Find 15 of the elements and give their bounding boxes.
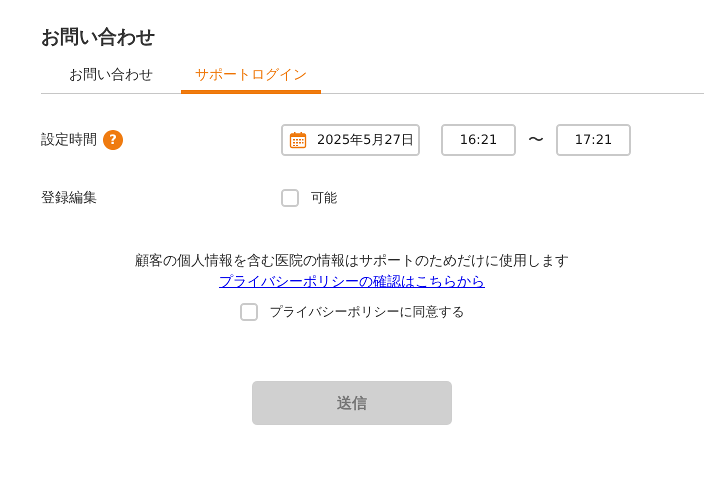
field-label: 登録編集 — [41, 189, 97, 207]
date-field[interactable]: 2025年5月27日 — [281, 124, 420, 156]
checkbox-label: プライバシーポリシーに同意する — [270, 304, 464, 321]
range-separator: 〜 — [528, 130, 544, 150]
time-field[interactable]: 16:21 — [441, 124, 516, 156]
checkbox[interactable] — [281, 189, 299, 207]
page-title: お問い合わせ — [41, 25, 156, 49]
checkbox[interactable] — [240, 303, 258, 321]
checkbox-label: 可能 — [311, 190, 337, 207]
privacy-policy-link[interactable]: プライバシーポリシーの確認はこちらから — [219, 271, 485, 293]
tab[interactable]: お問い合わせ — [41, 63, 181, 94]
field-label: 設定時間 — [41, 131, 97, 149]
time-field[interactable]: 17:21 — [556, 124, 631, 156]
calendar-icon — [289, 131, 307, 149]
notice-text: 顧客の個人情報を含む医院の情報はサポートのためだけに使用します — [135, 252, 569, 271]
